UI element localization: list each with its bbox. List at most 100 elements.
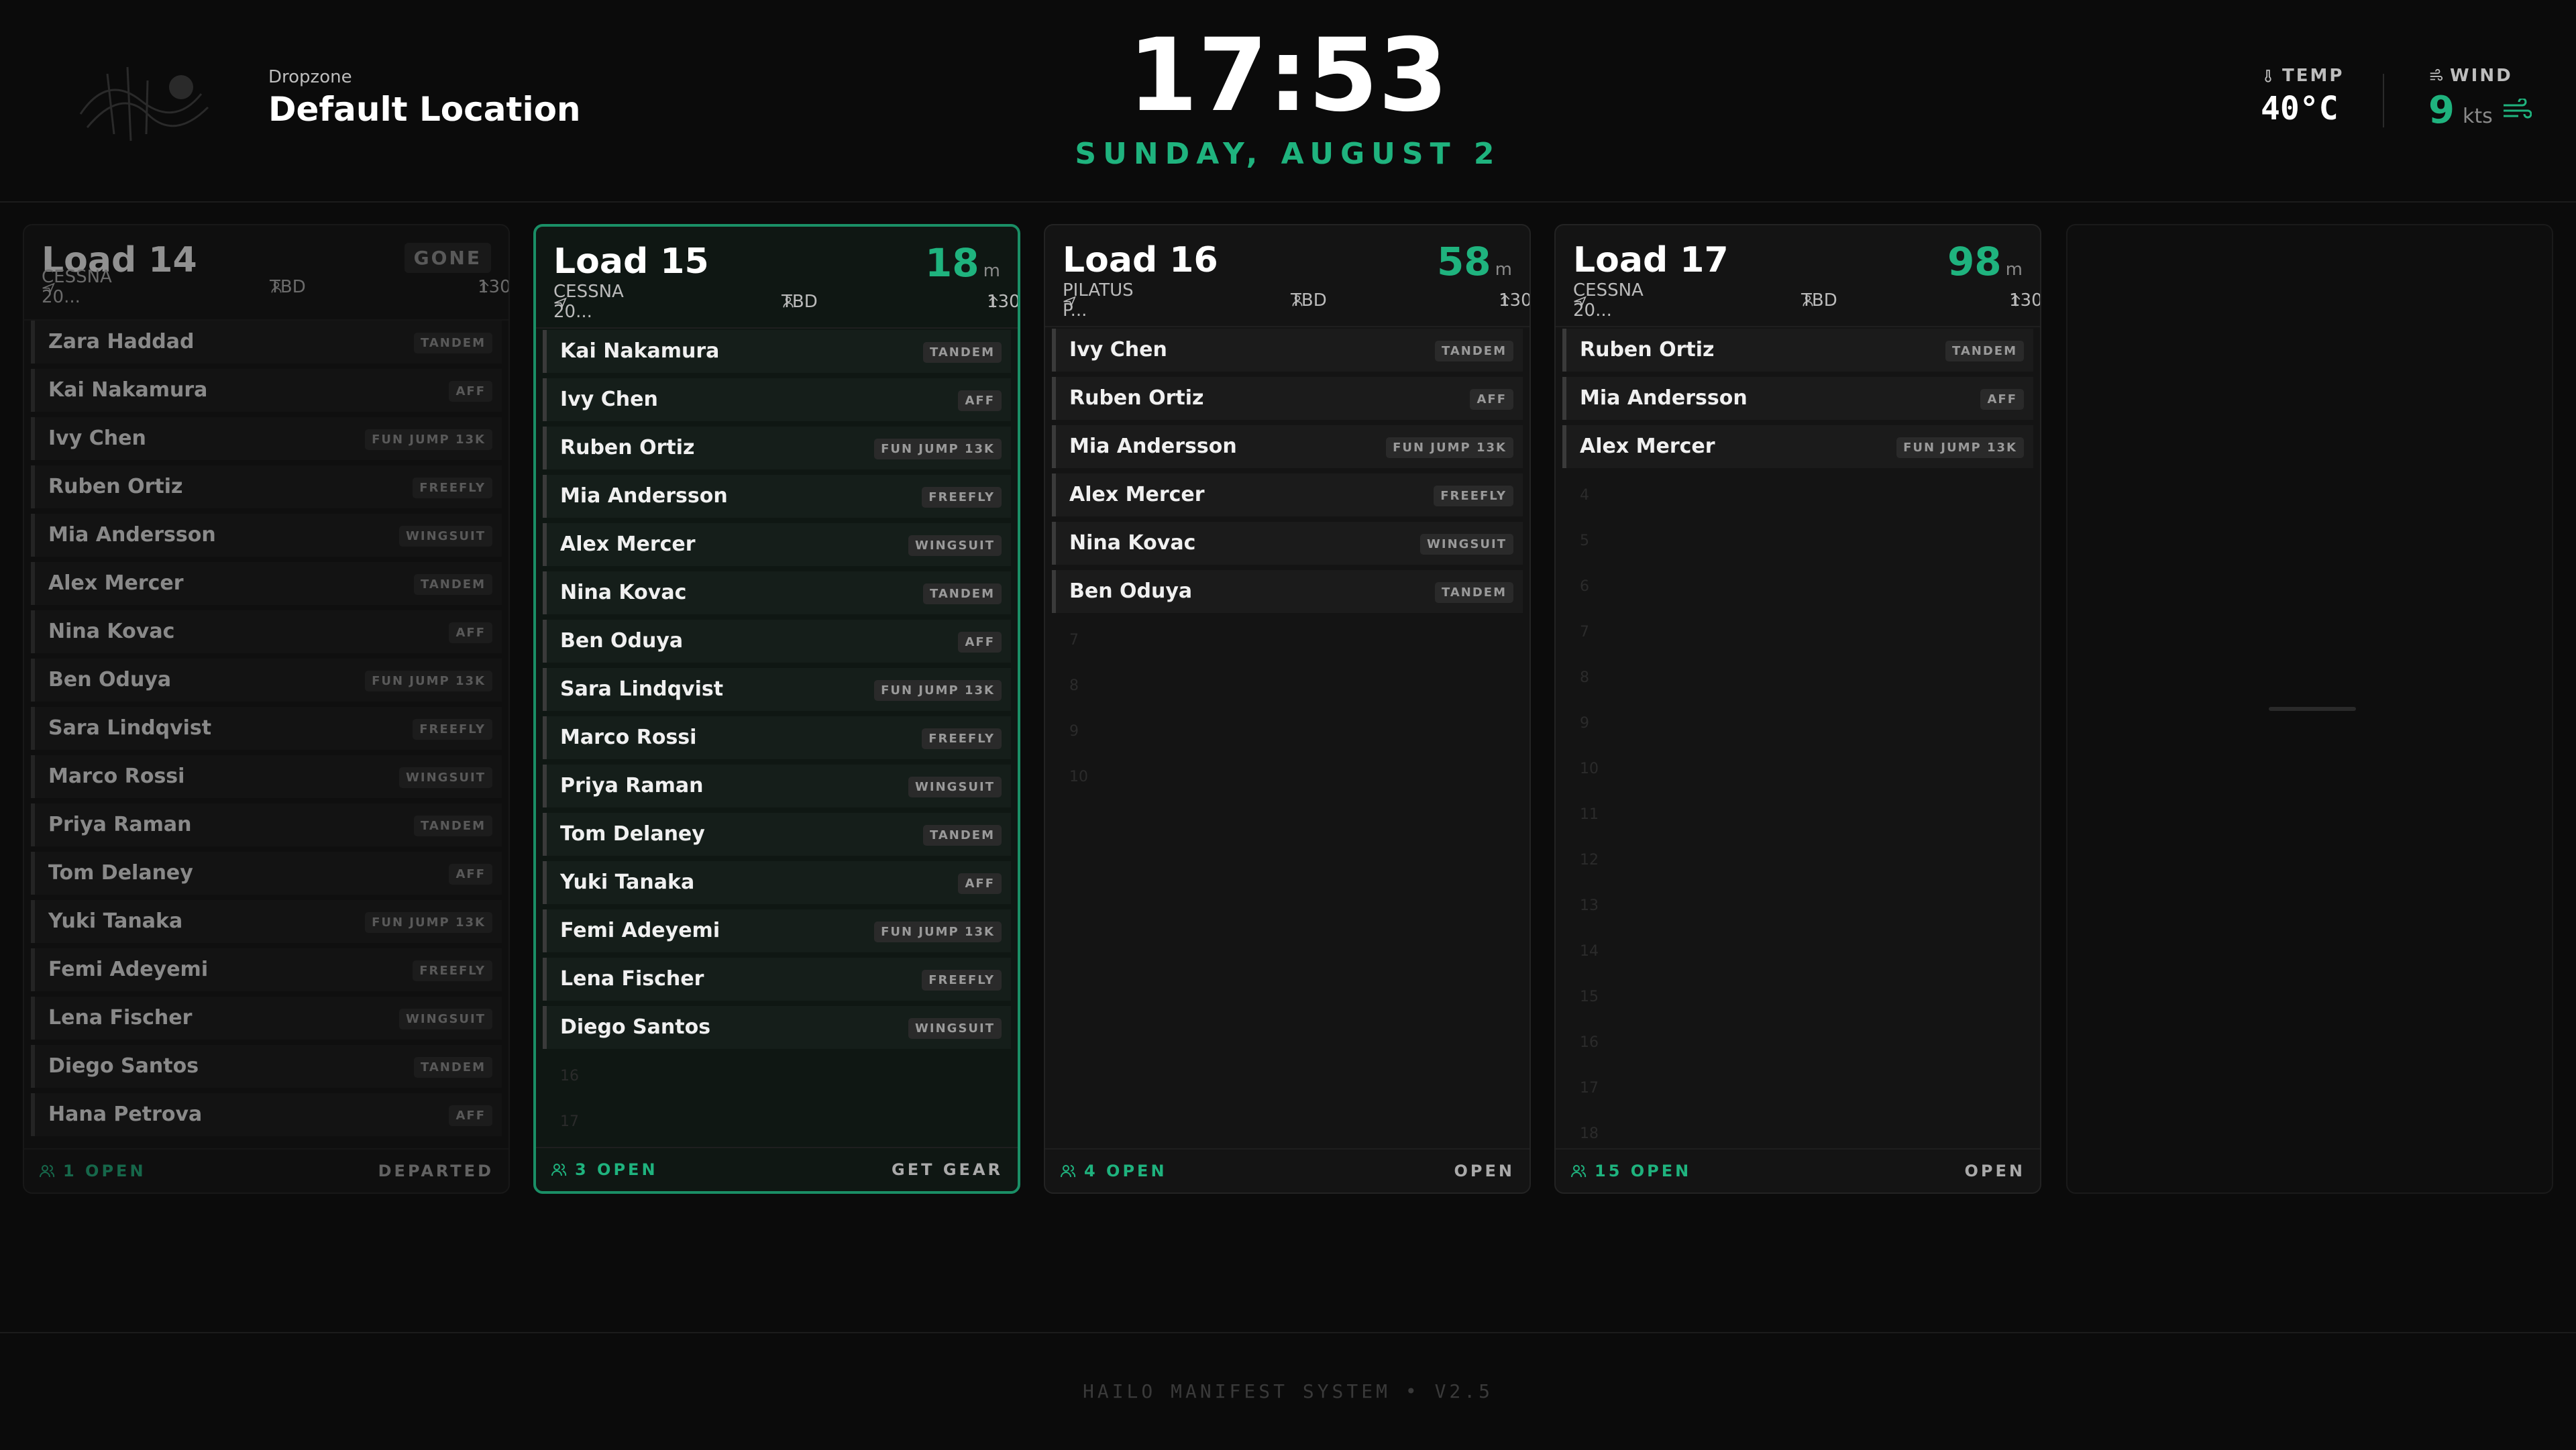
manifest-row[interactable]: Marco Rossi FREEFLY bbox=[543, 716, 1011, 759]
manifest-row[interactable]: Nina Kovac TANDEM bbox=[543, 571, 1011, 614]
load-header: Load 14GONECESSNA 20...TBD13000 bbox=[24, 225, 508, 321]
jumper-name: Kai Nakamura bbox=[560, 339, 720, 363]
empty-slot[interactable]: 4 bbox=[1562, 473, 2033, 519]
jumper-name: Diego Santos bbox=[48, 1054, 199, 1078]
manifest-row[interactable]: Alex Mercer FUN JUMP 13K bbox=[1562, 425, 2033, 468]
load-title: Load 16 bbox=[1063, 240, 1218, 280]
manifest-row[interactable]: Sara Lindqvist FREEFLY bbox=[31, 707, 502, 750]
empty-slot[interactable]: 13 bbox=[1562, 884, 2033, 930]
manifest-row[interactable]: Diego Santos WINGSUIT bbox=[543, 1006, 1011, 1049]
empty-slot[interactable]: 7 bbox=[1052, 618, 1523, 664]
altitude: 13000 bbox=[987, 292, 1018, 312]
jumper-name: Yuki Tanaka bbox=[48, 909, 183, 933]
manifest-row[interactable]: Lena Fischer WINGSUIT bbox=[31, 997, 502, 1040]
manifest-row[interactable]: Mia Andersson FUN JUMP 13K bbox=[1052, 425, 1523, 468]
jumper-name: Nina Kovac bbox=[1069, 531, 1196, 555]
aircraft: CESSNA 20... bbox=[1573, 280, 1644, 321]
jumper-name: Ruben Ortiz bbox=[560, 436, 695, 459]
manifest-row[interactable]: Ben Oduya FUN JUMP 13K bbox=[31, 659, 502, 702]
open-count: 15 OPEN bbox=[1595, 1162, 1692, 1180]
aircraft: CESSNA 20... bbox=[42, 267, 112, 307]
slot-number: 15 bbox=[1580, 989, 1599, 1005]
manifest-row[interactable]: Femi Adeyemi FUN JUMP 13K bbox=[543, 909, 1011, 952]
manifest-row[interactable]: Nina Kovac AFF bbox=[31, 610, 502, 653]
minutes-unit: m bbox=[1495, 260, 1512, 280]
manifest-row[interactable]: Femi Adeyemi FREEFLY bbox=[31, 948, 502, 991]
jump-type-tag: AFF bbox=[958, 632, 1002, 653]
empty-slot[interactable]: 9 bbox=[1052, 710, 1523, 755]
aircraft-name: CESSNA 20... bbox=[1573, 280, 1644, 321]
manifest-row[interactable]: Kai Nakamura TANDEM bbox=[543, 330, 1011, 373]
empty-slot[interactable]: 16 bbox=[543, 1054, 1011, 1100]
jumper-name: Nina Kovac bbox=[560, 581, 687, 604]
load-card[interactable]: Load 16 58m PILATUS P... TBD 13000 Ivy Chen TA… bbox=[1044, 224, 1531, 1194]
aircraft-name: PILATUS P... bbox=[1063, 280, 1134, 321]
slot-number: 12 bbox=[1580, 852, 1599, 869]
empty-slot[interactable]: 17 bbox=[543, 1100, 1011, 1146]
load-card[interactable]: Load 14GONECESSNA 20...TBD13000Zara Hadd… bbox=[23, 224, 510, 1194]
slot-number: 6 bbox=[1580, 578, 1589, 595]
manifest-row[interactable]: Tom Delaney TANDEM bbox=[543, 813, 1011, 856]
manifest-row[interactable]: Ben Oduya AFF bbox=[543, 620, 1011, 663]
empty-slot[interactable]: 10 bbox=[1562, 747, 2033, 793]
empty-slot[interactable]: 9 bbox=[1562, 702, 2033, 747]
manifest-row[interactable]: Priya Raman WINGSUIT bbox=[543, 765, 1011, 807]
manifest-row[interactable]: Alex Mercer FREEFLY bbox=[1052, 473, 1523, 516]
jump-type-tag: AFF bbox=[449, 381, 492, 402]
manifest-row[interactable]: Diego Santos TANDEM bbox=[31, 1045, 502, 1088]
empty-slot[interactable]: 17 bbox=[1562, 1066, 2033, 1112]
manifest-row[interactable]: Ruben Ortiz TANDEM bbox=[1562, 329, 2033, 372]
manifest-row[interactable]: Ben Oduya TANDEM bbox=[1052, 570, 1523, 613]
manifest-row[interactable]: Alex Mercer TANDEM bbox=[31, 562, 502, 605]
load-card[interactable]: Load 15 18m CESSNA 20... TBD 13000 Kai Nakamu… bbox=[533, 224, 1020, 1194]
wind-widget: WIND 9 kts bbox=[2428, 66, 2532, 132]
manifest-row[interactable]: Zara Haddad TANDEM bbox=[31, 321, 502, 364]
manifest-row[interactable]: Nina Kovac WINGSUIT bbox=[1052, 522, 1523, 565]
jump-type-tag: WINGSUIT bbox=[399, 767, 492, 788]
load-card[interactable]: Load 1798mCESSNA 20...TBD13000Ruben Orti… bbox=[1554, 224, 2041, 1194]
manifest-row[interactable]: Mia Andersson WINGSUIT bbox=[31, 514, 502, 557]
manifest-row[interactable]: Mia Andersson FREEFLY bbox=[543, 475, 1011, 518]
open-count: 4 OPEN bbox=[1084, 1162, 1167, 1180]
manifest-row[interactable]: Lena Fischer FREEFLY bbox=[543, 958, 1011, 1001]
manifest-row[interactable]: Marco Rossi WINGSUIT bbox=[31, 755, 502, 798]
empty-slot[interactable]: 12 bbox=[1562, 838, 2033, 884]
jumper-name: Ivy Chen bbox=[1069, 338, 1167, 361]
altitude-value: 13000 bbox=[1499, 290, 1531, 311]
wind-label: WIND bbox=[2450, 66, 2513, 86]
empty-slot[interactable]: 11 bbox=[1562, 793, 2033, 838]
manifest-row[interactable]: Alex Mercer WINGSUIT bbox=[543, 523, 1011, 566]
manifest-row[interactable]: Ruben Ortiz FREEFLY bbox=[31, 465, 502, 508]
jump-type-tag: FREEFLY bbox=[922, 728, 1002, 749]
empty-slot[interactable]: 5 bbox=[1562, 519, 2033, 565]
manifest-row[interactable]: Yuki Tanaka AFF bbox=[543, 861, 1011, 904]
manifest-row[interactable]: Tom Delaney AFF bbox=[31, 852, 502, 895]
manifest-list: Zara Haddad TANDEM Kai Nakamura AFF Ivy Chen… bbox=[31, 321, 502, 1141]
jump-type-tag: AFF bbox=[1980, 389, 2024, 410]
empty-slot[interactable]: 15 bbox=[1562, 975, 2033, 1021]
manifest-row[interactable]: Ivy Chen FUN JUMP 13K bbox=[31, 417, 502, 460]
empty-slot[interactable]: 14 bbox=[1562, 930, 2033, 975]
jumper-name: Alex Mercer bbox=[1069, 483, 1205, 506]
manifest-row[interactable]: Ruben Ortiz AFF bbox=[1052, 377, 1523, 420]
jumper-name: Ben Oduya bbox=[560, 629, 684, 653]
manifest-row[interactable]: Hana Petrova AFF bbox=[31, 1093, 502, 1136]
manifest-row[interactable]: Ruben Ortiz FUN JUMP 13K bbox=[543, 427, 1011, 469]
manifest-row[interactable]: Sara Lindqvist FUN JUMP 13K bbox=[543, 668, 1011, 711]
empty-slot[interactable]: 8 bbox=[1052, 664, 1523, 710]
manifest-row[interactable]: Ivy Chen AFF bbox=[543, 378, 1011, 421]
status-badge: GONE bbox=[404, 243, 491, 273]
jumper-name: Lena Fischer bbox=[48, 1006, 193, 1029]
manifest-row[interactable]: Yuki Tanaka FUN JUMP 13K bbox=[31, 900, 502, 943]
manifest-row[interactable]: Priya Raman TANDEM bbox=[31, 803, 502, 846]
empty-slot[interactable]: 7 bbox=[1562, 610, 2033, 656]
empty-slot[interactable]: 8 bbox=[1562, 656, 2033, 702]
manifest-row[interactable]: Ivy Chen TANDEM bbox=[1052, 329, 1523, 372]
jump-type-tag: AFF bbox=[958, 873, 1002, 894]
empty-slot[interactable]: 10 bbox=[1052, 755, 1523, 801]
empty-slot[interactable]: 16 bbox=[1562, 1021, 2033, 1066]
jumper-name: Kai Nakamura bbox=[48, 378, 208, 402]
manifest-row[interactable]: Mia Andersson AFF bbox=[1562, 377, 2033, 420]
manifest-row[interactable]: Kai Nakamura AFF bbox=[31, 369, 502, 412]
empty-slot[interactable]: 6 bbox=[1562, 565, 2033, 610]
